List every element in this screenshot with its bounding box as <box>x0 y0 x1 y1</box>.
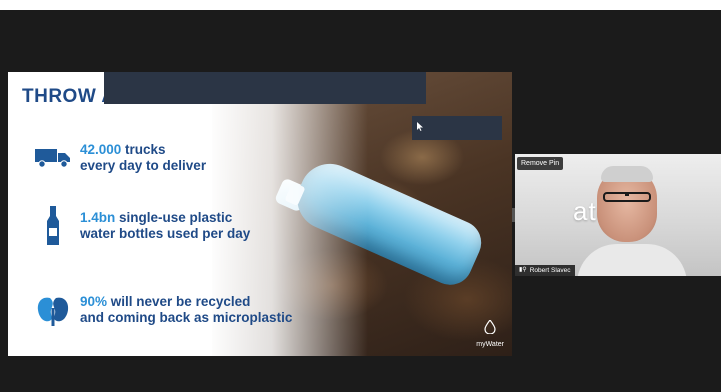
stat-line2: every day to deliver <box>80 158 207 173</box>
title-redaction-bar <box>104 72 426 104</box>
stat-bottles: 1.4bn single-use plastic water bottles u… <box>30 206 250 246</box>
stat-text: 42.000 trucks every day to deliver <box>80 142 206 174</box>
truck-icon <box>30 147 76 169</box>
stat-line1: trucks <box>121 142 166 157</box>
stat-text: 1.4bn single-use plastic water bottles u… <box>80 210 250 242</box>
stat-trucks: 42.000 trucks every day to deliver <box>30 142 206 174</box>
signal-pin-icon: ▮⚲ <box>519 267 527 273</box>
remove-pin-button[interactable]: Remove Pin <box>517 157 564 170</box>
mouse-cursor-icon <box>417 122 423 131</box>
water-drop-icon <box>484 318 496 335</box>
stat-line2: and coming back as microplastic <box>80 310 293 325</box>
kidney-icon <box>30 294 76 326</box>
stat-highlight: 90% <box>80 294 108 309</box>
person-hair <box>601 166 653 182</box>
slide-title: THROW A <box>22 86 116 107</box>
stat-line1: single-use plastic <box>115 210 233 225</box>
participant-name: Robert Slavec <box>529 267 571 274</box>
participant-video-tile[interactable]: ater <box>515 154 721 276</box>
brand-logo: myWater <box>476 318 504 348</box>
stat-recycling: 90% will never be recycled and coming ba… <box>30 294 292 326</box>
stat-line1: will never be recycled <box>107 294 251 309</box>
bottle-icon <box>30 206 76 246</box>
participant-name-tag: ▮⚲ Robert Slavec <box>515 265 575 276</box>
redacted-tooltip <box>412 116 502 140</box>
stat-highlight: 42.000 <box>80 142 122 157</box>
shared-slide: THROW A 42.000 trucks every day to deliv… <box>8 72 512 356</box>
stat-highlight: 1.4bn <box>80 210 116 225</box>
stat-line2: water bottles used per day <box>80 226 251 241</box>
glasses-bridge <box>625 194 629 196</box>
stat-text: 90% will never be recycled and coming ba… <box>80 294 292 326</box>
top-bar <box>0 0 721 10</box>
logo-text: myWater <box>476 341 504 348</box>
